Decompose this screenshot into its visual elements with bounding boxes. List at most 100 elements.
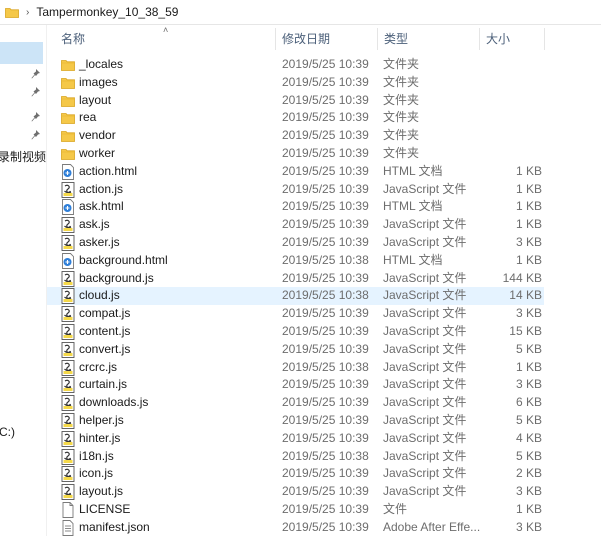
file-name: asker.js [79, 234, 120, 249]
file-row[interactable]: hinter.js 2019/5/25 10:39 JavaScript 文件 4 K… [47, 430, 601, 448]
file-row[interactable]: convert.js 2019/5/25 10:39 JavaScript 文件 5 … [47, 341, 601, 359]
file-row[interactable]: asker.js 2019/5/25 10:39 JavaScript 文件 3 KB [47, 234, 601, 252]
file-type: JavaScript 文件 [383, 395, 467, 410]
file-row[interactable]: _locales 2019/5/25 10:39 文件夹 [47, 56, 601, 74]
file-name: layout [79, 92, 112, 107]
file-size: 1 KB [515, 199, 542, 214]
file-date: 2019/5/25 10:39 [282, 163, 369, 178]
file-date: 2019/5/25 10:39 [282, 519, 369, 534]
js-file-icon [61, 235, 75, 251]
pin-icon[interactable] [31, 69, 40, 79]
json-file-icon [61, 519, 75, 536]
file-date: 2019/5/25 10:39 [282, 92, 369, 107]
js-file-icon [61, 448, 75, 465]
file-date: 2019/5/25 10:39 [282, 395, 369, 410]
file-row[interactable]: downloads.js 2019/5/25 10:39 JavaScript 文件… [47, 394, 601, 412]
file-row[interactable]: ask.html 2019/5/25 10:39 HTML 文档 1 KB [47, 198, 601, 216]
nav-item-record-video[interactable]: 录制视频 [0, 148, 46, 165]
file-row[interactable]: background.js 2019/5/25 10:39 JavaScript 文… [47, 270, 601, 288]
js-file-icon [61, 324, 75, 340]
pin-icon[interactable] [31, 112, 40, 122]
file-row[interactable]: background.html 2019/5/25 10:38 HTML 文档 1 K… [47, 252, 601, 270]
file-type: 文件夹 [383, 145, 420, 160]
pin-icon[interactable] [31, 130, 40, 140]
file-row[interactable]: rea 2019/5/25 10:39 文件夹 [47, 109, 601, 127]
js-file-icon [61, 377, 75, 394]
file-type: JavaScript 文件 [383, 234, 467, 249]
file-row[interactable]: vendor 2019/5/25 10:39 文件夹 [47, 127, 601, 145]
file-row[interactable]: compat.js 2019/5/25 10:39 JavaScript 文件 3 K… [47, 305, 601, 323]
nav-item-drive-c[interactable]: C:) [0, 425, 15, 439]
file-name: cloud.js [79, 288, 120, 303]
file-size: 1 KB [515, 217, 542, 232]
file-date: 2019/5/25 10:38 [282, 448, 369, 463]
html-file-icon [61, 163, 75, 180]
file-type: JavaScript 文件 [383, 430, 467, 445]
file-date: 2019/5/25 10:39 [282, 270, 369, 285]
file-list: _locales 2019/5/25 10:39 文件夹 images 2019/5/2… [47, 56, 601, 537]
file-size: 3 KB [515, 234, 542, 249]
file-row[interactable]: images 2019/5/25 10:39 文件夹 [47, 74, 601, 92]
file-row[interactable]: LICENSE 2019/5/25 10:39 文件 1 KB [47, 501, 601, 519]
address-bar[interactable]: › Tampermonkey_10_38_59 [0, 0, 601, 25]
file-name: background.js [79, 270, 154, 285]
file-type: JavaScript 文件 [383, 181, 467, 196]
nav-selected-item[interactable] [0, 42, 43, 64]
file-type: JavaScript 文件 [383, 359, 467, 374]
file-size: 3 KB [515, 519, 542, 534]
folder-icon [61, 110, 75, 126]
file-row[interactable]: action.html 2019/5/25 10:39 HTML 文档 1 KB [47, 163, 601, 181]
file-date: 2019/5/25 10:39 [282, 217, 369, 232]
pin-icon[interactable] [31, 87, 40, 97]
file-row[interactable]: worker 2019/5/25 10:39 文件夹 [47, 145, 601, 163]
file-name: images [79, 74, 118, 89]
file-row[interactable]: crcrc.js 2019/5/25 10:38 JavaScript 文件 1 KB [47, 359, 601, 377]
file-name: background.html [79, 252, 168, 267]
file-date: 2019/5/25 10:39 [282, 145, 369, 160]
file-name: helper.js [79, 412, 124, 427]
file-type: HTML 文档 [383, 163, 443, 178]
column-size[interactable]: 大小 [480, 25, 540, 53]
file-row[interactable]: cloud.js 2019/5/25 10:38 JavaScript 文件 14 K… [47, 287, 544, 306]
file-row[interactable]: icon.js 2019/5/25 10:39 JavaScript 文件 2 KB [47, 465, 601, 483]
column-separator[interactable] [544, 28, 545, 50]
file-size: 1 KB [515, 181, 542, 196]
file-row[interactable]: layout.js 2019/5/25 10:39 JavaScript 文件 3 K… [47, 483, 601, 501]
column-type[interactable]: 类型 [378, 25, 478, 53]
file-row[interactable]: curtain.js 2019/5/25 10:39 JavaScript 文件 3 … [47, 376, 601, 394]
file-type: 文件夹 [383, 57, 420, 71]
file-date: 2019/5/25 10:39 [282, 501, 369, 516]
file-type: JavaScript 文件 [383, 323, 467, 338]
file-size: 1 KB [515, 252, 542, 267]
js-file-icon [61, 466, 75, 483]
file-row[interactable]: content.js 2019/5/25 10:39 JavaScript 文件 15… [47, 323, 601, 341]
file-type: 文件夹 [383, 92, 420, 107]
sort-up-icon: ˄ [163, 25, 169, 35]
file-name: curtain.js [79, 377, 128, 392]
file-row[interactable]: i18n.js 2019/5/25 10:38 JavaScript 文件 5 KB [47, 448, 601, 466]
file-name: ask.html [79, 199, 124, 214]
file-name: downloads.js [79, 395, 149, 410]
file-row[interactable]: manifest.json 2019/5/25 10:39 Adobe After … [47, 519, 601, 537]
js-file-icon [61, 484, 75, 501]
file-size: 5 KB [515, 448, 542, 463]
file-row[interactable]: action.js 2019/5/25 10:39 JavaScript 文件 1 K… [47, 181, 601, 199]
file-type: JavaScript 文件 [383, 306, 467, 321]
file-type: JavaScript 文件 [383, 377, 467, 392]
file-type: JavaScript 文件 [383, 448, 467, 463]
file-row[interactable]: helper.js 2019/5/25 10:39 JavaScript 文件 5 K… [47, 412, 601, 430]
js-file-icon [61, 217, 75, 234]
file-name: action.html [79, 163, 138, 178]
file-date: 2019/5/25 10:39 [282, 306, 369, 321]
breadcrumb-current[interactable]: Tampermonkey_10_38_59 [36, 5, 178, 19]
file-row[interactable]: layout 2019/5/25 10:39 文件夹 [47, 92, 601, 110]
file-size: 144 KB [502, 270, 542, 285]
file-type: HTML 文档 [383, 252, 443, 267]
file-row[interactable]: ask.js 2019/5/25 10:39 JavaScript 文件 1 KB [47, 216, 601, 234]
file-size: 4 KB [515, 430, 542, 445]
column-date[interactable]: 修改日期 [276, 25, 376, 53]
js-file-icon [61, 359, 75, 376]
file-size: 3 KB [515, 484, 542, 499]
file-name: i18n.js [79, 448, 114, 463]
column-header: 名称 ˄ 修改日期 类型 大小 [47, 25, 601, 53]
